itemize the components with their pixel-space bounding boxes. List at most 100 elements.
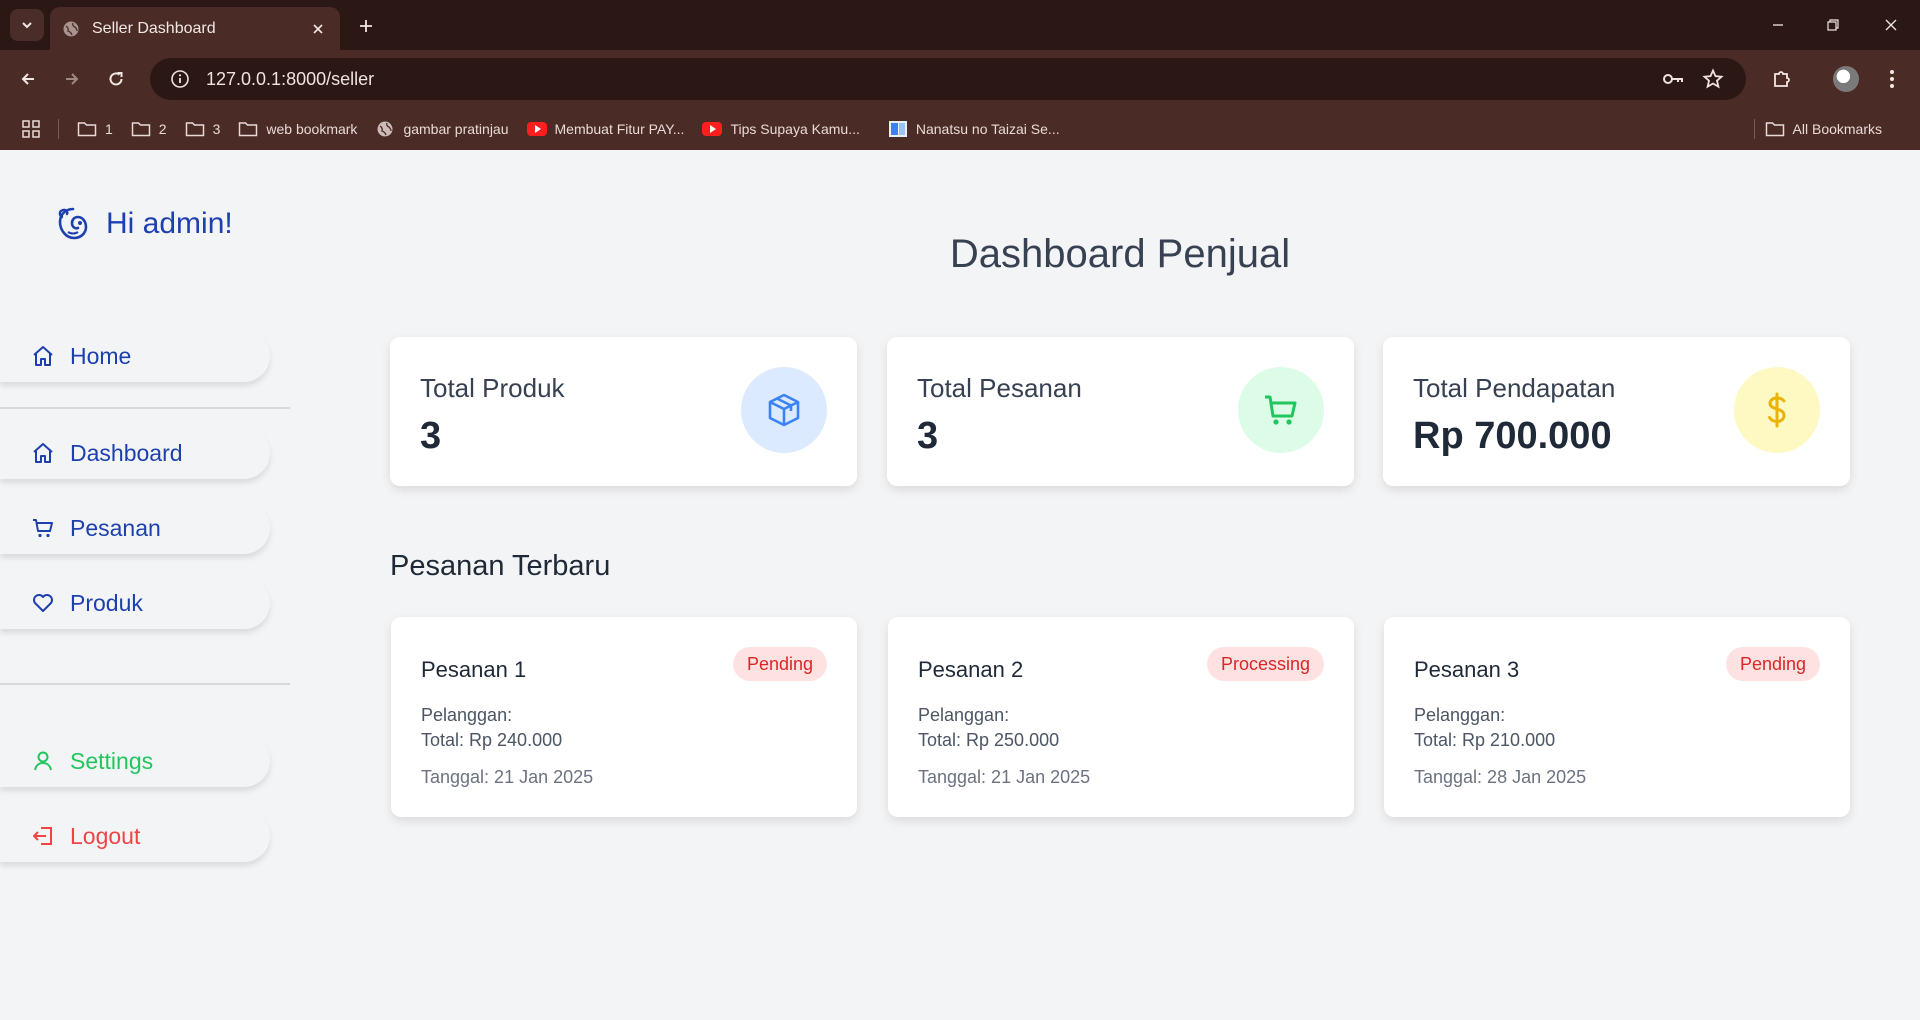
stat-card-total-pesanan: Total Pesanan 3 bbox=[887, 337, 1354, 486]
stat-card-total-pendapatan: Total Pendapatan Rp 700.000 bbox=[1383, 337, 1850, 486]
forward-button[interactable] bbox=[56, 63, 88, 95]
sidebar-divider bbox=[0, 407, 290, 409]
bookmark-item[interactable]: Nanatsu no Taizai Se... bbox=[888, 119, 1060, 139]
password-key-icon[interactable] bbox=[1658, 64, 1688, 94]
bookmark-item[interactable]: Tips Supaya Kamu... bbox=[702, 119, 860, 139]
extensions-button[interactable] bbox=[1766, 63, 1798, 95]
arrow-left-icon bbox=[21, 73, 34, 85]
bookmark-label: 3 bbox=[212, 121, 221, 137]
plus-icon bbox=[360, 20, 372, 32]
sidebar-item-produk[interactable]: Produk bbox=[0, 577, 270, 629]
browser-tab[interactable]: Seller Dashboard bbox=[50, 7, 340, 50]
bookmark-item[interactable]: gambar pratinjau bbox=[375, 119, 509, 139]
puzzle-icon bbox=[1774, 71, 1790, 87]
globe-icon bbox=[375, 119, 395, 139]
folder-icon bbox=[238, 119, 258, 139]
status-badge: Pending bbox=[1725, 647, 1820, 681]
section-title-recent-orders: Pesanan Terbaru bbox=[390, 550, 611, 582]
reload-button[interactable] bbox=[100, 63, 132, 95]
sidebar-item-label: Settings bbox=[70, 747, 154, 774]
apps-button[interactable] bbox=[22, 120, 40, 138]
sidebar-item-label: Logout bbox=[70, 822, 141, 849]
status-badge: Processing bbox=[1206, 647, 1324, 681]
order-date: Tanggal: 21 Jan 2025 bbox=[421, 767, 594, 787]
book-icon bbox=[888, 119, 908, 139]
cart-icon bbox=[30, 515, 56, 541]
order-total: Total: Rp 210.000 bbox=[1414, 730, 1556, 750]
reload-icon bbox=[109, 72, 123, 86]
bookmark-item[interactable]: 2 bbox=[131, 119, 167, 139]
tab-search-button[interactable] bbox=[10, 9, 44, 41]
sidebar-item-pesanan[interactable]: Pesanan bbox=[0, 502, 270, 554]
bookmarks-divider bbox=[58, 119, 59, 139]
dollar-icon bbox=[1734, 367, 1820, 453]
bookmark-item[interactable]: 3 bbox=[185, 119, 221, 139]
order-title: Pesanan 1 bbox=[421, 657, 527, 682]
browser-chrome: Seller Dashboard 127.0.0.1:8000/seller 1… bbox=[0, 0, 1920, 150]
stat-label: Total Produk bbox=[420, 373, 565, 403]
user-icon bbox=[30, 748, 56, 774]
greeting-text: Hi admin! bbox=[106, 207, 233, 240]
stat-value: 3 bbox=[917, 415, 939, 457]
site-info-icon[interactable] bbox=[168, 67, 192, 91]
bookmark-label: Membuat Fitur PAY... bbox=[554, 121, 685, 137]
bookmark-label: web bookmark bbox=[266, 121, 358, 137]
order-total: Total: Rp 240.000 bbox=[421, 730, 563, 750]
order-date: Tanggal: 28 Jan 2025 bbox=[1414, 767, 1587, 787]
order-card[interactable]: Pesanan 1 Pending Pelanggan: Total: Rp 2… bbox=[391, 617, 857, 817]
new-tab-button[interactable] bbox=[352, 12, 380, 40]
sidebar-item-home[interactable]: Home bbox=[0, 330, 270, 382]
bookmark-item[interactable]: 1 bbox=[77, 119, 113, 139]
folder-icon bbox=[1765, 119, 1785, 139]
browser-menu-button[interactable] bbox=[1876, 63, 1908, 95]
all-bookmarks-label: All Bookmarks bbox=[1792, 121, 1882, 137]
order-card[interactable]: Pesanan 2 Processing Pelanggan: Total: R… bbox=[888, 617, 1354, 817]
heart-icon bbox=[30, 590, 56, 616]
order-customer: Pelanggan: bbox=[918, 705, 1010, 725]
minimize-button[interactable] bbox=[1763, 10, 1793, 40]
back-button[interactable] bbox=[12, 63, 44, 95]
star-icon[interactable] bbox=[1698, 64, 1728, 94]
tab-bar: Seller Dashboard bbox=[0, 0, 1920, 50]
sidebar-item-label: Produk bbox=[70, 589, 143, 616]
sidebar-item-dashboard[interactable]: Dashboard bbox=[0, 427, 270, 479]
close-icon[interactable] bbox=[308, 19, 328, 39]
all-bookmarks-button[interactable]: All Bookmarks bbox=[1765, 108, 1882, 150]
box-icon bbox=[741, 367, 827, 453]
avatar bbox=[1833, 66, 1859, 92]
sidebar-item-settings[interactable]: Settings bbox=[0, 735, 270, 787]
sidebar-item-logout[interactable]: Logout bbox=[0, 810, 270, 862]
bookmark-label: 1 bbox=[105, 121, 113, 137]
order-customer: Pelanggan: bbox=[1414, 705, 1506, 725]
stat-value: 3 bbox=[420, 415, 442, 457]
restore-button[interactable] bbox=[1818, 10, 1848, 40]
globe-icon bbox=[62, 20, 80, 38]
bookmark-label: Tips Supaya Kamu... bbox=[730, 121, 860, 137]
order-card[interactable]: Pesanan 3 Pending Pelanggan: Total: Rp 2… bbox=[1384, 617, 1850, 817]
sidebar-item-label: Dashboard bbox=[70, 439, 183, 466]
bookmark-item[interactable]: Membuat Fitur PAY... bbox=[526, 119, 685, 139]
logout-icon bbox=[30, 823, 56, 849]
bookmark-label: Nanatsu no Taizai Se... bbox=[915, 121, 1060, 137]
bookmark-item[interactable]: web bookmark bbox=[238, 119, 357, 139]
bookmark-label: gambar pratinjau bbox=[403, 121, 509, 137]
grid-icon bbox=[22, 120, 40, 138]
stat-label: Total Pendapatan bbox=[1413, 373, 1616, 403]
status-badge: Pending bbox=[732, 647, 827, 681]
order-title: Pesanan 3 bbox=[1414, 657, 1520, 682]
order-title: Pesanan 2 bbox=[918, 657, 1024, 682]
order-customer: Pelanggan: bbox=[421, 705, 513, 725]
url-text[interactable]: 127.0.0.1:8000/seller bbox=[206, 69, 1648, 90]
seller-dashboard-page: Hi admin! Home Dashboard Pesanan Produk … bbox=[0, 150, 1920, 1020]
stat-value: Rp 700.000 bbox=[1413, 415, 1612, 457]
chevron-down-icon bbox=[22, 22, 32, 29]
order-total: Total: Rp 250.000 bbox=[918, 730, 1060, 750]
profile-button[interactable] bbox=[1830, 63, 1862, 95]
youtube-icon bbox=[526, 119, 547, 139]
address-bar[interactable]: 127.0.0.1:8000/seller bbox=[150, 58, 1746, 100]
stat-label: Total Pesanan bbox=[917, 373, 1082, 403]
home-icon bbox=[30, 343, 56, 369]
page-title: Dashboard Penjual bbox=[949, 232, 1291, 276]
bookmark-label: 2 bbox=[158, 121, 167, 137]
close-window-button[interactable] bbox=[1876, 10, 1906, 40]
